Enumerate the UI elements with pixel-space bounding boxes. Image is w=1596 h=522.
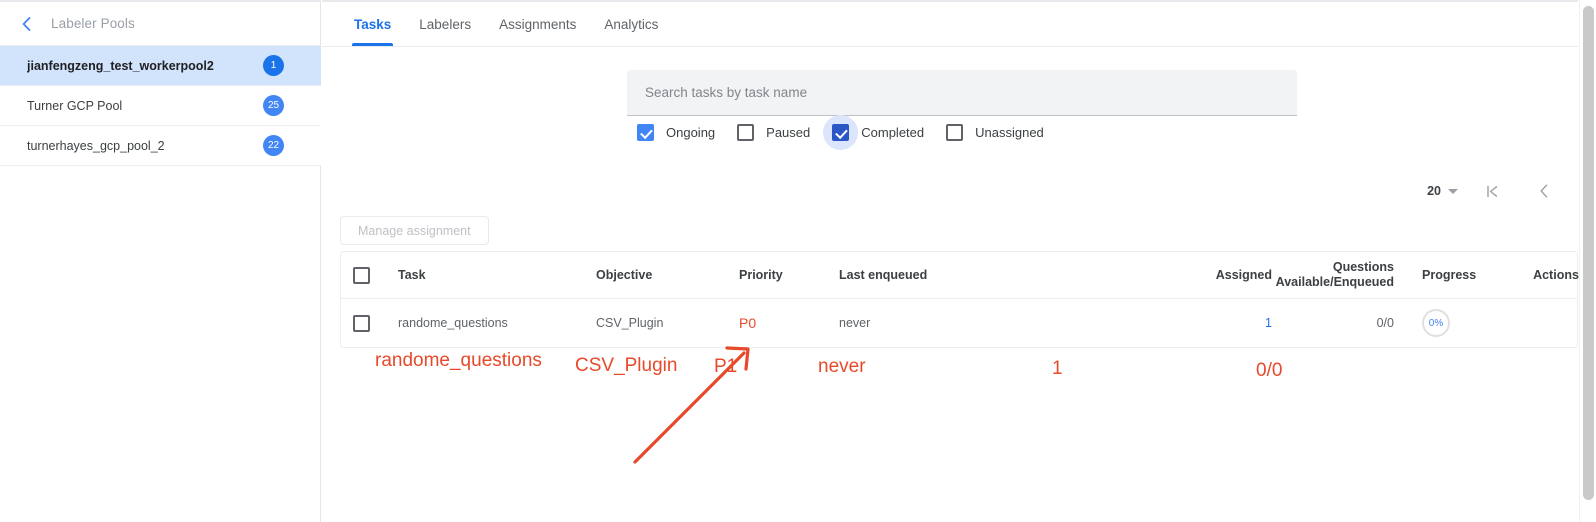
main-content: Tasks Labelers Assignments Analytics Ong… xyxy=(322,0,1596,522)
sidebar-item-pool-2[interactable]: turnerhayes_gcp_pool_2 22 xyxy=(0,125,321,165)
chevron-left-icon[interactable] xyxy=(17,15,35,33)
checkbox-unassigned[interactable] xyxy=(946,124,964,141)
column-header-progress[interactable]: Progress xyxy=(1394,268,1496,283)
tab-label: Assignments xyxy=(499,16,577,32)
checkbox-row-select[interactable] xyxy=(353,314,370,332)
filter-ongoing[interactable]: Ongoing xyxy=(637,124,715,141)
column-header-questions[interactable]: Questions Available/Enqueued xyxy=(1272,260,1394,290)
tab-analytics[interactable]: Analytics xyxy=(590,2,672,46)
progress-ring: 0% xyxy=(1422,309,1450,337)
labeler-pools-tasks-screen: Labeler Pools jianfengzeng_test_workerpo… xyxy=(0,0,1596,522)
tab-labelers[interactable]: Labelers xyxy=(405,2,485,46)
checkbox-ongoing[interactable] xyxy=(637,124,654,141)
cell-priority: P0 xyxy=(739,315,757,331)
select-all-cell xyxy=(353,266,398,284)
sidebar: Labeler Pools jianfengzeng_test_workerpo… xyxy=(0,0,321,522)
filter-unassigned[interactable]: Unassigned xyxy=(946,124,1044,141)
pool-list-bottom-divider xyxy=(0,165,321,166)
manage-assignment-button[interactable]: Manage assignment xyxy=(340,216,489,245)
pool-count-badge: 22 xyxy=(263,135,284,156)
column-header-questions-line1: Questions xyxy=(1332,260,1394,274)
column-header-task[interactable]: Task xyxy=(398,268,596,283)
pagination-controls: 20 xyxy=(1427,178,1562,204)
tab-label: Tasks xyxy=(354,16,392,32)
filter-label: Unassigned xyxy=(975,125,1044,140)
pool-list: jianfengzeng_test_workerpool2 1 Turner G… xyxy=(0,45,321,165)
page-size-selector[interactable]: 20 xyxy=(1427,184,1458,198)
checkbox-focus-ring xyxy=(823,115,859,150)
sidebar-item-pool-1[interactable]: Turner GCP Pool 25 xyxy=(0,85,321,125)
cell-questions: 0/0 xyxy=(1376,316,1394,330)
pool-name: turnerhayes_gcp_pool_2 xyxy=(27,138,165,153)
sidebar-header: Labeler Pools xyxy=(0,2,321,45)
checkbox-paused[interactable] xyxy=(737,124,755,141)
table-header-row: Task Objective Priority Last enqueued As… xyxy=(341,252,1579,299)
first-page-icon[interactable] xyxy=(1474,178,1510,204)
column-header-last-enqueued[interactable]: Last enqueued xyxy=(839,268,1052,283)
filter-label: Paused xyxy=(766,125,811,140)
cell-last-enqueued: never xyxy=(839,316,871,330)
tab-assignments[interactable]: Assignments xyxy=(485,2,590,46)
status-filter-group: Ongoing Paused Completed Unassigned xyxy=(637,115,1066,150)
column-header-assigned[interactable]: Assigned xyxy=(1052,268,1272,283)
filter-completed[interactable]: Completed xyxy=(823,115,925,150)
table-row[interactable]: randome_questions CSV_Plugin P0 never 1 … xyxy=(341,299,1577,347)
progress-value: 0% xyxy=(1428,317,1444,329)
pool-count-badge: 1 xyxy=(263,55,284,76)
previous-page-icon[interactable] xyxy=(1526,178,1562,204)
chevron-down-icon xyxy=(1448,188,1458,194)
pool-name: jianfengzeng_test_workerpool2 xyxy=(27,58,214,73)
checkbox-completed[interactable] xyxy=(832,124,850,141)
cell-assigned[interactable]: 1 xyxy=(1052,316,1272,330)
cell-objective: CSV_Plugin xyxy=(596,316,664,330)
vertical-scrollbar-thumb[interactable] xyxy=(1583,6,1594,500)
column-header-questions-line2: Available/Enqueued xyxy=(1275,275,1394,289)
tasks-table: Task Objective Priority Last enqueued As… xyxy=(340,251,1579,348)
tab-tasks[interactable]: Tasks xyxy=(340,2,405,46)
pool-count-badge: 25 xyxy=(263,95,284,116)
row-select-cell xyxy=(353,314,398,332)
column-header-objective[interactable]: Objective xyxy=(596,268,739,283)
tab-label: Labelers xyxy=(419,16,472,32)
sidebar-title: Labeler Pools xyxy=(51,16,135,31)
filter-paused[interactable]: Paused xyxy=(737,124,810,141)
page-size-value: 20 xyxy=(1427,184,1441,198)
search-field[interactable] xyxy=(627,70,1297,116)
tab-bar: Tasks Labelers Assignments Analytics xyxy=(322,2,1578,47)
cell-progress: 0% xyxy=(1394,309,1496,337)
vertical-scrollbar-track[interactable] xyxy=(1579,0,1596,522)
checkbox-select-all[interactable] xyxy=(353,266,370,284)
pool-name: Turner GCP Pool xyxy=(27,98,123,113)
sidebar-item-pool-0[interactable]: jianfengzeng_test_workerpool2 1 xyxy=(0,45,321,85)
filter-label: Ongoing xyxy=(666,125,716,140)
filter-label: Completed xyxy=(861,125,925,140)
tab-label: Analytics xyxy=(604,16,659,32)
search-input[interactable] xyxy=(645,85,1279,100)
cell-task: randome_questions xyxy=(398,316,508,330)
column-header-priority[interactable]: Priority xyxy=(739,268,839,283)
